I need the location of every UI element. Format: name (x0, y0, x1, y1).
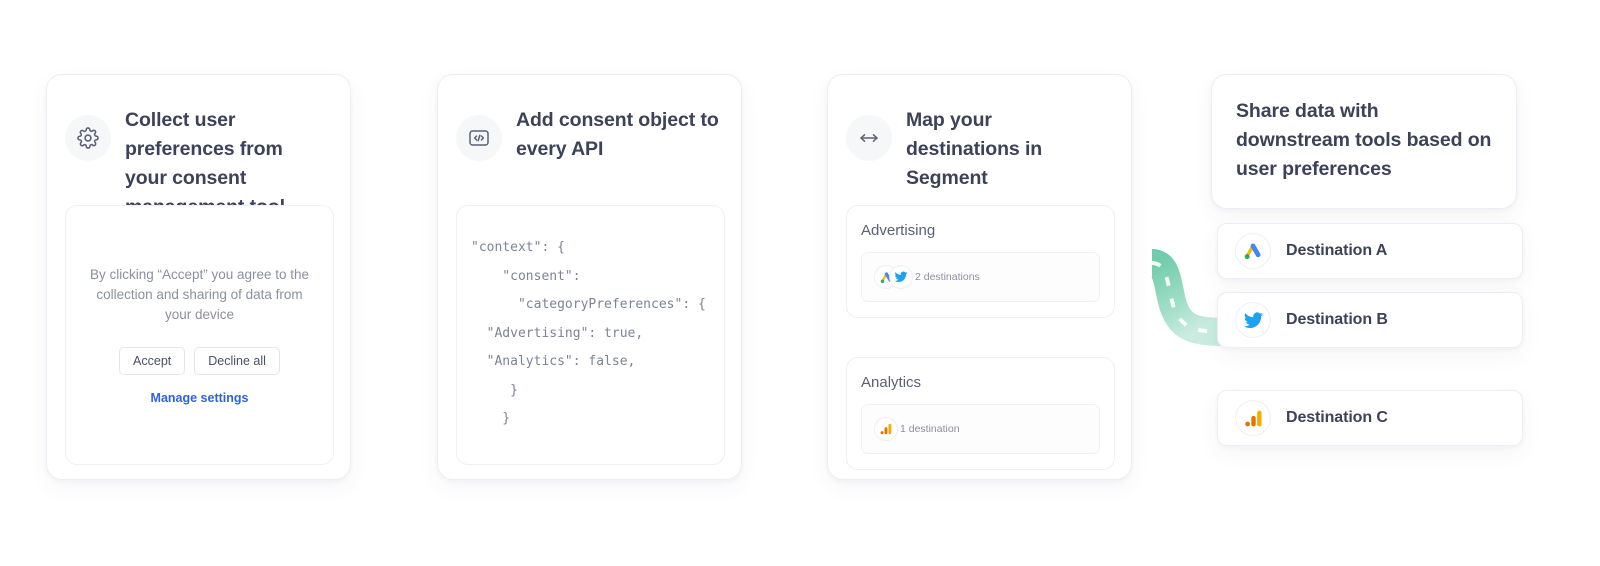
pipe-connector-fork (1126, 249, 1226, 346)
step-title: Map your destinations in Segment (906, 109, 1043, 189)
step-card-collect-preferences: Collect user preferences from your conse… (46, 74, 351, 480)
code-icon (456, 115, 502, 161)
category-title: Advertising (861, 222, 936, 239)
destination-count: 1 destination (900, 423, 960, 435)
gear-icon (65, 115, 111, 161)
google-analytics-icon (875, 418, 897, 440)
destination-card-a[interactable]: Destination A (1217, 223, 1523, 279)
consent-banner-text: By clicking “Accept” you agree to the co… (89, 267, 310, 322)
consent-banner-preview: By clicking “Accept” you agree to the co… (65, 205, 334, 465)
horizontal-arrows-icon (846, 115, 892, 161)
step-card-add-consent-object: Add consent object to every API "context… (437, 74, 742, 480)
destination-label: Destination A (1286, 242, 1388, 259)
destination-label: Destination C (1286, 409, 1388, 426)
destination-count: 2 destinations (915, 271, 980, 283)
category-destinations-row[interactable]: 2 destinations (861, 252, 1100, 302)
twitter-icon (890, 266, 912, 288)
share-data-card: Share data with downstream tools based o… (1211, 74, 1517, 209)
share-data-title: Share data with downstream tools based o… (1236, 100, 1492, 180)
category-destinations-row[interactable]: 1 destination (861, 404, 1100, 454)
card-header: Add consent object to every API (438, 75, 741, 164)
category-group-analytics: Analytics 1 destination (846, 357, 1115, 470)
destination-card-c[interactable]: Destination C (1217, 390, 1523, 446)
pipe-connector-step2-step3 (736, 263, 834, 291)
consent-button-row: Accept Decline all (119, 347, 280, 375)
category-title: Analytics (861, 374, 922, 391)
step-card-map-destinations: Map your destinations in Segment Adverti… (827, 74, 1132, 480)
category-group-advertising: Advertising 2 destinations (846, 205, 1115, 318)
pipe-connector-step1-step2 (345, 263, 445, 291)
step-title: Collect user preferences from your conse… (125, 109, 285, 218)
google-analytics-icon (1236, 401, 1270, 435)
category-logo-stack (875, 418, 897, 440)
consent-object-code-block: "context": { "consent": "categoryPrefere… (456, 205, 725, 465)
destination-label: Destination B (1286, 311, 1388, 328)
google-ads-icon (1236, 234, 1270, 268)
destination-card-b[interactable]: Destination B (1217, 292, 1523, 348)
step-title: Add consent object to every API (516, 109, 719, 160)
card-header: Collect user preferences from your conse… (47, 75, 350, 222)
decline-all-button[interactable]: Decline all (194, 347, 280, 375)
diagram-canvas: Collect user preferences from your conse… (0, 0, 1600, 566)
manage-settings-link[interactable]: Manage settings (151, 391, 249, 405)
card-header: Map your destinations in Segment (828, 75, 1131, 193)
twitter-icon (1236, 303, 1270, 337)
accept-button[interactable]: Accept (119, 347, 186, 375)
category-logo-stack (875, 266, 912, 288)
